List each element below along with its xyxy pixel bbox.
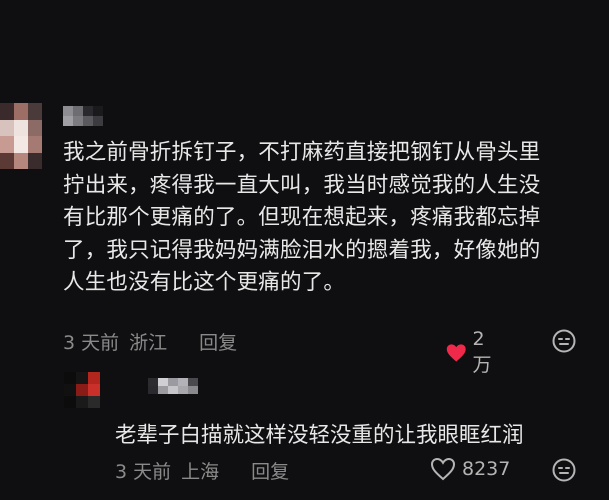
comment-text-line: 了，我只记得我妈妈满脸泪水的摁着我，好像她的 (63, 237, 541, 263)
like-count: 8237 (462, 458, 511, 480)
avatar[interactable] (0, 103, 42, 169)
like-button[interactable]: 8237 (430, 457, 510, 481)
comment-time: 3 天前 (115, 461, 172, 483)
emoji-face-icon[interactable] (552, 458, 576, 482)
comment-text: 老辈子白描就这样没轻没重的让我眼眶红润 (115, 423, 524, 448)
comment-text-line: 我之前骨折拆钉子，不打麻药直接把钢钉从骨头里 (63, 140, 541, 165)
like-button[interactable]: 2万 (446, 328, 497, 377)
comment-location: 上海 (181, 461, 220, 483)
comment-time: 3 天前 (63, 332, 120, 354)
like-count: 2万 (472, 328, 492, 376)
reply-button[interactable]: 回复 (199, 332, 237, 354)
emoji-face-icon[interactable] (552, 329, 576, 353)
comment-text-line: 人生也没有比这个更痛的了。 (63, 270, 346, 295)
avatar[interactable] (64, 372, 100, 408)
reply-button[interactable]: 回复 (251, 461, 289, 483)
username-blurred[interactable] (148, 378, 198, 394)
heart-filled-icon (446, 343, 466, 362)
comment-text-line: 拧出来，疼得我一直大叫，我当时感觉我的人生没 (63, 172, 541, 198)
heart-outline-icon (430, 457, 456, 481)
comment-text-line: 有比那个更痛的了。但现在想起来，疼痛我都忘掉 (63, 205, 541, 230)
comment-meta: 3 天前 浙江 回复 (63, 328, 247, 355)
comment-text: 我之前骨折拆钉子，不打麻药直接把钢钉从骨头里 拧出来，疼得我一直大叫，我当时感觉… (63, 137, 583, 300)
comment-meta: 3 天前 上海 回复 (115, 457, 299, 484)
comment-location: 浙江 (129, 332, 168, 354)
username-blurred[interactable] (63, 106, 103, 126)
